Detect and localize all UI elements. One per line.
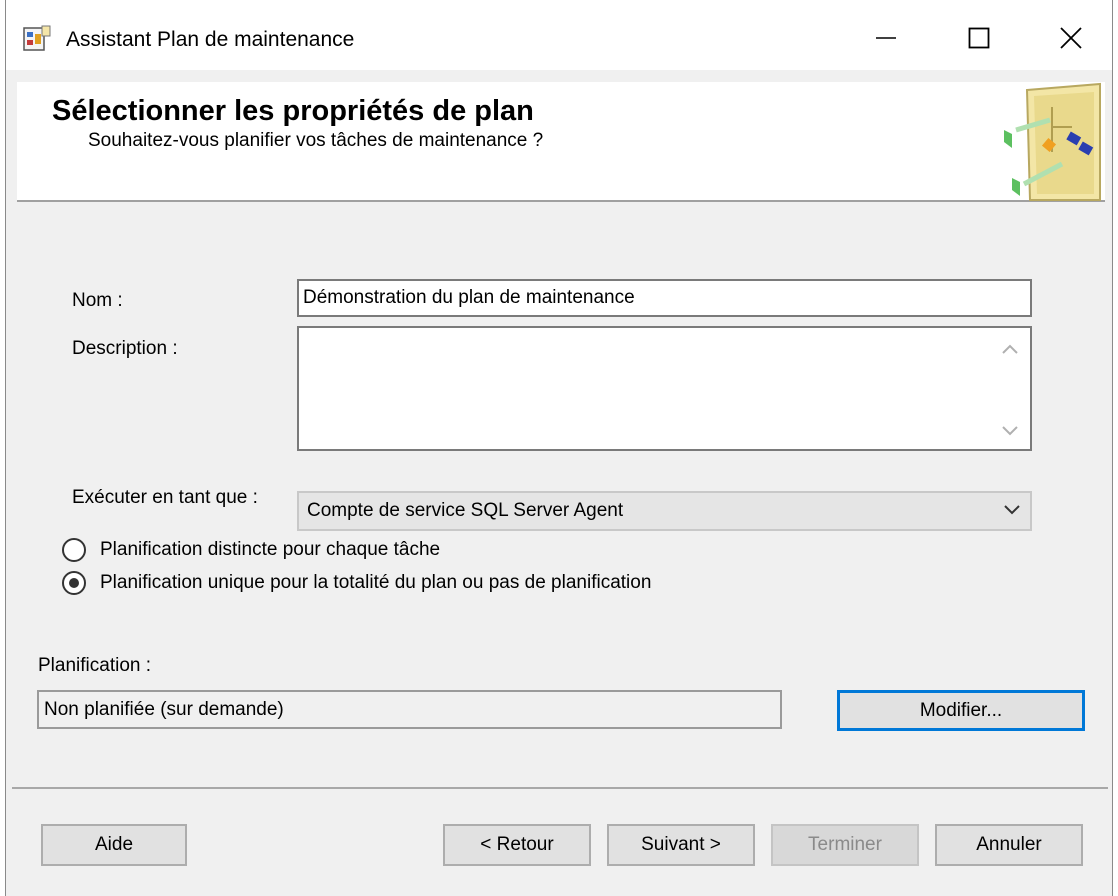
radio-option-separate-schedules[interactable]: Planification distincte pour chaque tâch…	[62, 538, 440, 562]
radio-button-separate[interactable]	[62, 538, 86, 562]
finish-button: Terminer	[771, 824, 919, 866]
maintenance-plan-illustration-icon	[1004, 82, 1101, 201]
wizard-app-icon	[23, 25, 51, 51]
minimize-button[interactable]	[856, 14, 916, 62]
schedule-label: Planification :	[38, 655, 152, 676]
scroll-up-icon[interactable]	[1000, 342, 1020, 356]
page-subtitle: Souhaitez-vous planifier vos tâches de m…	[88, 130, 544, 151]
radio-option-single-schedule[interactable]: Planification unique pour la totalité du…	[62, 571, 651, 595]
maintenance-plan-wizard-window: Assistant Plan de maintenance Sélectionn…	[5, 0, 1113, 896]
cancel-button[interactable]: Annuler	[935, 824, 1083, 866]
wizard-header-banner: Sélectionner les propriétés de plan Souh…	[17, 82, 1105, 202]
run-as-selected-value: Compte de service SQL Server Agent	[307, 500, 624, 521]
back-button[interactable]: < Retour	[443, 824, 591, 866]
title-bar[interactable]: Assistant Plan de maintenance	[6, 0, 1112, 70]
maximize-button[interactable]	[949, 14, 1009, 62]
help-button[interactable]: Aide	[41, 824, 187, 866]
footer-divider	[12, 787, 1108, 789]
chevron-down-icon	[1004, 505, 1020, 515]
maximize-icon	[968, 27, 990, 49]
name-input[interactable]: Démonstration du plan de maintenance	[297, 279, 1032, 317]
description-label: Description :	[72, 338, 178, 359]
minimize-icon	[876, 37, 896, 39]
radio-label-single: Planification unique pour la totalité du…	[100, 572, 652, 593]
scroll-down-icon[interactable]	[1000, 424, 1020, 438]
run-as-dropdown[interactable]: Compte de service SQL Server Agent	[297, 491, 1032, 531]
radio-label-separate: Planification distincte pour chaque tâch…	[100, 539, 441, 560]
next-button[interactable]: Suivant >	[607, 824, 755, 866]
radio-button-single[interactable]	[62, 571, 86, 595]
change-schedule-button[interactable]: Modifier...	[837, 690, 1085, 731]
window-title: Assistant Plan de maintenance	[66, 28, 355, 51]
description-textarea[interactable]	[297, 326, 1032, 451]
close-icon	[1060, 27, 1082, 49]
page-title: Sélectionner les propriétés de plan	[52, 95, 534, 127]
run-as-label: Exécuter en tant que :	[72, 487, 258, 508]
schedule-value-field: Non planifiée (sur demande)	[37, 690, 782, 729]
close-button[interactable]	[1041, 14, 1101, 62]
name-label: Nom :	[72, 290, 123, 311]
